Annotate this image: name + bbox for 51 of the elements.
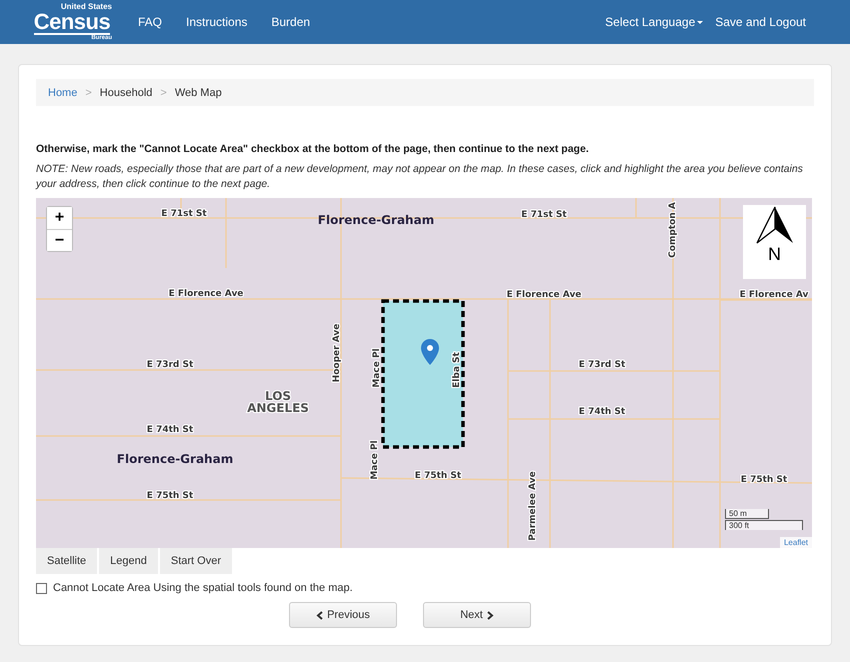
map-tool-button[interactable]: Start Over <box>160 548 232 574</box>
note-text: NOTE: New roads, especially those that are part of a new development, may not appear on the map. In these cases, click and highlight the area you believe contains your address, then click continue to the next page. <box>36 162 804 192</box>
street-label: E Florence Ave <box>506 290 582 300</box>
map-tool-button[interactable]: Legend <box>99 548 158 574</box>
street-label: E 71st St <box>521 210 567 220</box>
street-label: Mace Pl <box>372 348 382 388</box>
scale-bar: 50 m <box>725 509 769 519</box>
street-label: E Florence Ave <box>168 289 244 299</box>
map-pin-icon[interactable] <box>421 339 439 365</box>
scale-bar: 300 ft <box>725 520 803 530</box>
breadcrumb-item: Web Map <box>174 86 222 98</box>
street-label: E 74th St <box>146 425 194 435</box>
map-view[interactable] <box>36 198 812 548</box>
street-label: E 71st St <box>161 209 207 219</box>
street-label: E 73rd St <box>146 360 194 370</box>
previous-button[interactable]: Previous <box>289 602 397 628</box>
instruction-text: Otherwise, mark the "Cannot Locate Area" checkbox at the bottom of the page, then continue to the next page. <box>36 143 590 155</box>
street-label: Compton A <box>668 202 678 258</box>
street-label: E Florence Av <box>740 290 808 300</box>
street-label: E 74th St <box>578 407 626 417</box>
chevron-right-icon <box>486 610 494 620</box>
next-button[interactable]: Next <box>423 602 531 628</box>
map-tool-button[interactable]: Satellite <box>36 548 98 574</box>
nav-link[interactable]: Burden <box>271 15 310 29</box>
street-label: E 75th St <box>146 491 194 501</box>
street-label: E 75th St <box>740 475 788 485</box>
checkbox[interactable] <box>36 582 47 594</box>
chevron-left-icon <box>316 610 324 620</box>
breadcrumb-item: Household <box>100 86 152 98</box>
checkbox-label[interactable]: Cannot Locate Area Using the spatial tools found on the map. <box>53 582 353 594</box>
street-label: E 75th St <box>414 471 462 481</box>
street-label: E 73rd St <box>578 360 626 370</box>
nav-link[interactable]: Instructions <box>186 15 248 29</box>
north-label: N <box>768 245 781 263</box>
zoom-out-button[interactable]: − <box>47 229 72 251</box>
attribution-link[interactable]: Leaflet <box>780 537 812 548</box>
language-dropdown[interactable]: Select Language <box>605 15 704 29</box>
breadcrumb-separator: > <box>160 86 167 98</box>
city-label: LOS ANGELES <box>247 389 309 415</box>
highlighted-area[interactable] <box>381 299 465 449</box>
logout-link[interactable]: Save and Logout <box>715 15 806 29</box>
street-label: Parmelee Ave <box>528 471 538 541</box>
street-label: Hooper Ave <box>332 324 342 382</box>
street-label: Elba St <box>452 352 462 388</box>
place-label: Florence-Graham <box>318 213 434 227</box>
place-label: Florence-Graham <box>116 452 234 466</box>
street-label: Mace Pl <box>370 440 380 480</box>
nav-link[interactable]: FAQ <box>138 15 162 29</box>
breadcrumb-link[interactable]: Home <box>48 86 78 98</box>
pin-dot-icon <box>427 345 433 351</box>
breadcrumb-separator: > <box>85 86 92 98</box>
